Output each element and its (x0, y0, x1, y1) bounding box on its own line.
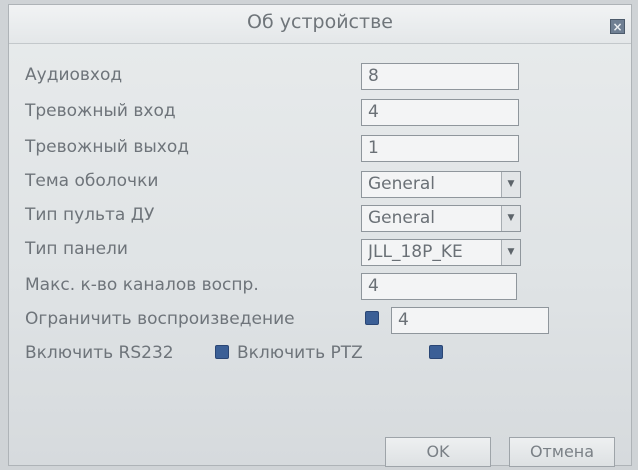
panel-type-select[interactable]: JLL_18P_KE ▼ (361, 239, 521, 266)
chevron-down-icon[interactable]: ▼ (501, 206, 520, 231)
ok-button[interactable]: OK (385, 437, 491, 467)
remote-type-select[interactable]: General ▼ (361, 205, 521, 232)
alarm-out-label: Тревожный выход (25, 137, 190, 157)
limit-playback-label: Ограничить воспроизведение (25, 309, 295, 329)
alarm-out-field[interactable]: 1 (361, 135, 519, 162)
remote-type-select-value: General (368, 208, 435, 228)
chevron-down-icon[interactable]: ▼ (501, 240, 520, 265)
audio-in-label: Аудиовход (25, 65, 123, 85)
cancel-button[interactable]: Отмена (509, 437, 615, 467)
limit-playback-checkbox[interactable] (365, 311, 379, 325)
about-device-dialog: Об устройстве × Аудиовход 8 Тревожный вх… (8, 4, 632, 467)
theme-label: Тема оболочки (25, 171, 159, 191)
alarm-in-field[interactable]: 4 (361, 99, 519, 126)
panel-type-label: Тип панели (25, 239, 128, 259)
theme-select-value: General (368, 174, 435, 194)
limit-playback-field[interactable]: 4 (391, 307, 549, 334)
theme-select[interactable]: General ▼ (361, 171, 521, 198)
chevron-down-icon[interactable]: ▼ (501, 172, 520, 197)
remote-type-label: Тип пульта ДУ (25, 205, 155, 225)
title-bar: Об устройстве × (9, 5, 631, 44)
panel-type-select-value: JLL_18P_KE (368, 242, 463, 262)
rs232-checkbox[interactable] (215, 345, 229, 359)
dialog-title: Об устройстве (247, 11, 393, 33)
audio-in-field[interactable]: 8 (361, 63, 519, 90)
ptz-label: Включить PTZ (237, 343, 363, 363)
max-playback-field[interactable]: 4 (361, 273, 517, 300)
max-playback-label: Макс. к-во каналов воспр. (25, 275, 259, 295)
close-icon[interactable]: × (610, 19, 625, 34)
ptz-checkbox[interactable] (429, 345, 443, 359)
rs232-label: Включить RS232 (25, 343, 174, 363)
alarm-in-label: Тревожный вход (25, 101, 176, 121)
